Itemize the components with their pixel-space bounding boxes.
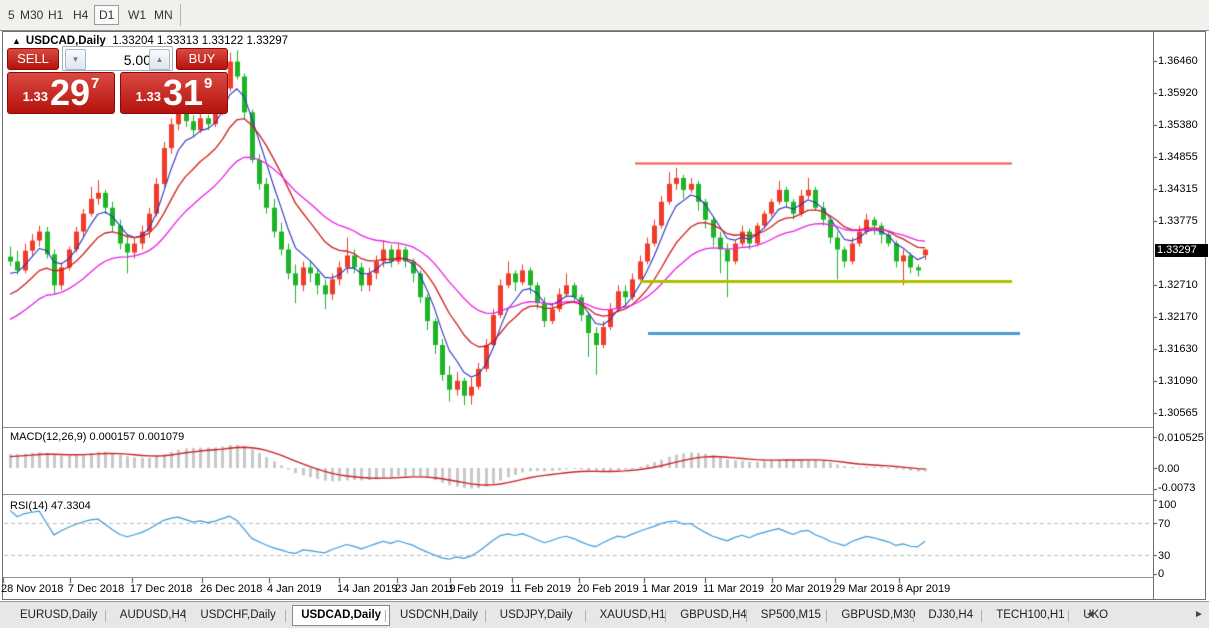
tab-separator [913,610,914,622]
sell-button[interactable]: SELL [7,48,59,70]
sell-price-main: 29 [50,76,90,110]
tab-separator [105,610,106,622]
tab-separator [1068,610,1069,622]
macd-axis-label: 0.010525 [1158,432,1204,444]
symbol-tab-bar: EURUSD,Daily AUDUSD,H4USDCHF,Daily USDCAD,… [0,601,1209,628]
sell-price-prefix: 1.33 [23,89,48,104]
tab-separator [385,610,386,622]
current-price-badge: 1.33297 [1155,244,1208,257]
tab-separator [981,610,982,622]
date-axis-label: 17 Dec 2018 [130,583,192,595]
date-axis-label: 1 Mar 2019 [642,583,698,595]
volume-spinner: ▼ ▲ [62,46,173,71]
tab-gbpusd-m30[interactable]: GBPUSD,M30 [833,606,923,625]
tab-tech100-h1[interactable]: TECH100,H1 [988,606,1072,625]
tab-audusd-h4[interactable]: AUDUSD,H4 [112,606,194,625]
volume-decrease-button[interactable]: ▼ [65,49,86,70]
price-axis-label: 1.34315 [1158,183,1198,195]
date-axis-label: 20 Mar 2019 [770,583,832,595]
tab-scroll-left-icon[interactable]: ◄ [1085,609,1095,620]
rsi-label: RSI(14) 47.3304 [10,500,91,512]
buy-price-main: 31 [163,76,203,110]
date-axis-label: 26 Dec 2018 [200,583,262,595]
tab-usdcnh-daily[interactable]: USDCNH,Daily [392,606,486,625]
price-axis-label: 1.32710 [1158,279,1198,291]
tab-separator [485,610,486,622]
macd-label: MACD(12,26,9) 0.000157 0.001079 [10,431,184,443]
rsi-axis-label: 100 [1158,499,1176,511]
macd-axis-label: -0.0073 [1158,482,1195,494]
rsi-axis-label: 0 [1158,568,1164,580]
date-axis-label: 28 Nov 2018 [1,583,63,595]
tab-xauusd-h1[interactable]: XAUUSD,H1 [592,606,674,625]
macd-rsi-separator[interactable] [3,494,1153,495]
buy-button[interactable]: BUY [176,48,228,70]
date-axis-label: 29 Mar 2019 [833,583,895,595]
tab-separator [285,610,286,622]
price-axis-label: 1.31630 [1158,343,1198,355]
date-axis-label: 11 Mar 2019 [703,583,764,595]
date-axis-label: 7 Dec 2018 [68,583,124,595]
tab-uko[interactable]: UKO [1075,606,1116,625]
volume-increase-button[interactable]: ▲ [149,49,170,70]
date-axis-label: 20 Feb 2019 [577,583,639,595]
one-click-trading-panel: SELL ▼ ▲ BUY 1.33 29 7 1.33 31 9 [7,46,228,114]
triangle-up-icon: ▲ [156,55,164,64]
tab-usdjpy-daily[interactable]: USDJPY,Daily [492,606,581,625]
rsi-axis-separator [3,577,1153,578]
buy-price-button[interactable]: 1.33 31 9 [120,72,228,114]
price-axis-label: 1.36460 [1158,55,1198,67]
tab-separator [185,610,186,622]
buy-price-pip: 9 [204,75,212,92]
triangle-down-icon: ▼ [72,55,80,64]
price-axis-label: 1.35380 [1158,119,1198,131]
price-axis-border [1153,32,1154,599]
rsi-axis-label: 30 [1158,550,1170,562]
price-axis-label: 1.33775 [1158,215,1198,227]
tab-gbpusd-h4[interactable]: GBPUSD,H4 [672,606,754,625]
tab-sp500-m15[interactable]: SP500,M15 [753,606,829,625]
date-axis-label: 14 Jan 2019 [337,583,398,595]
price-axis-label: 1.32170 [1158,311,1198,323]
tab-scroll-right-icon[interactable]: ► [1194,609,1204,620]
price-axis-label: 1.30565 [1158,407,1198,419]
tab-separator [585,610,586,622]
tab-usdcad-daily[interactable]: USDCAD,Daily [292,605,390,626]
volume-input[interactable] [87,50,153,70]
price-axis-label: 1.34855 [1158,151,1198,163]
date-axis-label: 1 Feb 2019 [448,583,504,595]
sell-price-pip: 7 [91,75,99,92]
date-axis-label: 11 Feb 2019 [510,583,571,595]
price-axis-label: 1.31090 [1158,375,1198,387]
trading-terminal-window: 5M30H1H4D1W1MN ▲USDCAD,Daily 1.33204 1.3… [0,0,1209,628]
sell-price-button[interactable]: 1.33 29 7 [7,72,115,114]
date-axis-label: 4 Jan 2019 [267,583,321,595]
buy-price-prefix: 1.33 [136,89,161,104]
macd-axis-label: 0.00 [1158,463,1179,475]
collapse-triangle-icon[interactable]: ▲ [12,36,21,46]
price-axis-label: 1.35920 [1158,87,1198,99]
tab-usdchf-daily[interactable]: USDCHF,Daily [192,606,283,625]
tab-eurusd-daily[interactable]: EURUSD,Daily [12,606,105,625]
tab-separator [665,610,666,622]
tab-separator [826,610,827,622]
tab-dj30-h4[interactable]: DJ30,H4 [920,606,981,625]
tab-separator [746,610,747,622]
date-axis-label: 23 Jan 2019 [395,583,456,595]
rsi-axis-label: 70 [1158,518,1170,530]
date-axis-label: 8 Apr 2019 [897,583,950,595]
main-macd-separator[interactable] [3,427,1153,428]
